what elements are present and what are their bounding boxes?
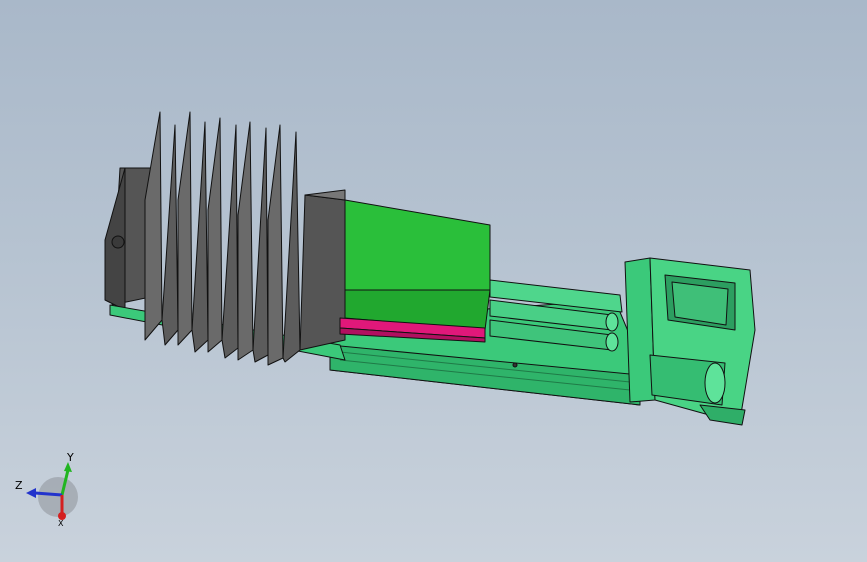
y-axis-label: Y	[67, 451, 74, 464]
z-axis-line	[34, 491, 63, 497]
motor-mount-frame	[624, 257, 756, 426]
carriage-block	[339, 199, 491, 343]
bellows-cover	[104, 111, 346, 366]
z-axis-label: Z	[15, 479, 23, 492]
triad-sphere	[38, 477, 78, 517]
linear-actuator-model[interactable]	[104, 111, 756, 426]
x-axis-label: X	[58, 519, 64, 528]
z-axis-arrow	[26, 488, 36, 498]
orientation-triad[interactable]	[26, 462, 78, 520]
graphics-viewport[interactable]	[0, 0, 867, 562]
